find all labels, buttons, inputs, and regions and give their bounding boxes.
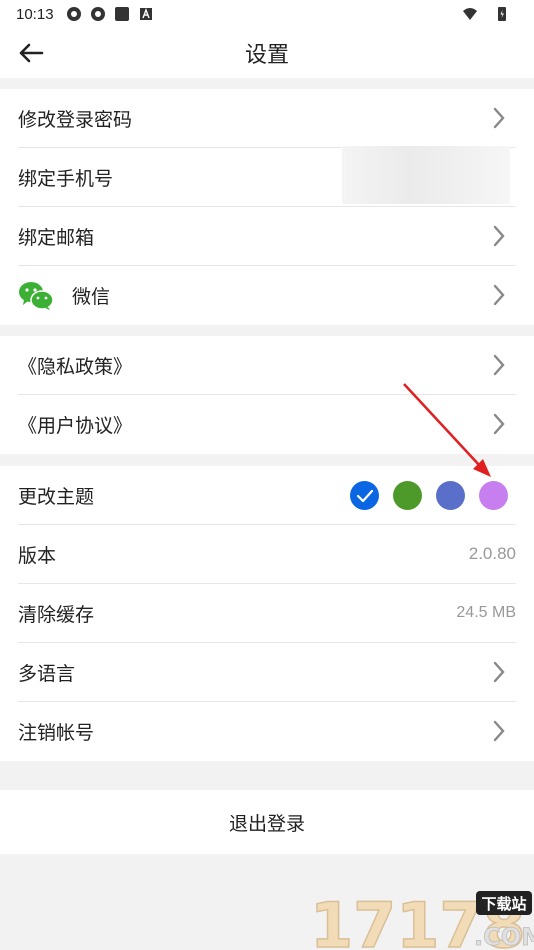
wifi-icon	[463, 8, 477, 20]
chevron-right-icon	[493, 284, 505, 306]
wechat-row[interactable]: 微信	[18, 266, 516, 325]
theme-color-option[interactable]	[436, 481, 465, 510]
status-time: 10:13	[16, 5, 54, 23]
battery-icon	[498, 7, 506, 21]
site-watermark-logo: 17178 下载站 .COM	[309, 888, 534, 950]
top-app-bar: 设置	[0, 28, 534, 78]
chevron-right-icon	[493, 354, 505, 376]
status-bar: 10:13	[0, 0, 534, 28]
page-title: 设置	[244, 43, 289, 68]
cancel-account-label: 注销帐号	[18, 722, 95, 744]
chevron-right-icon	[493, 720, 505, 742]
chevron-right-icon	[493, 413, 505, 435]
user-agreement-row[interactable]: 《用户协议》	[18, 395, 516, 454]
theme-row: 更改主题	[18, 466, 516, 525]
theme-label: 更改主题	[18, 485, 95, 508]
app-a-icon	[139, 8, 152, 20]
policy-group: 《隐私政策》 《用户协议》	[0, 336, 534, 454]
change-password-row[interactable]: 修改登录密码	[18, 89, 516, 148]
version-row: 版本 2.0.80	[18, 525, 516, 584]
clear-cache-row[interactable]: 清除缓存 24.5 MB	[18, 584, 516, 643]
watermark-badge: 下载站	[481, 895, 526, 913]
logout-button[interactable]: 退出登录	[0, 790, 534, 854]
language-label: 多语言	[18, 662, 76, 685]
arrow-left-icon	[19, 43, 44, 63]
gear-icon	[90, 7, 105, 21]
clear-cache-label: 清除缓存	[18, 603, 95, 626]
chevron-right-icon	[493, 225, 505, 247]
check-icon	[356, 489, 373, 502]
theme-color-picker	[350, 481, 508, 510]
theme-color-option[interactable]	[350, 481, 379, 510]
bind-phone-label: 绑定手机号	[18, 167, 114, 190]
watermark-suffix: .COM	[474, 923, 534, 950]
change-password-label: 修改登录密码	[18, 108, 133, 131]
wechat-icon	[19, 281, 54, 310]
gear-icon	[66, 7, 81, 21]
account-group: 修改登录密码 绑定手机号 绑定邮箱 微信	[0, 89, 534, 325]
theme-color-option[interactable]	[479, 481, 508, 510]
chevron-right-icon	[493, 661, 505, 683]
language-row[interactable]: 多语言	[18, 643, 516, 702]
wechat-label: 微信	[72, 286, 111, 308]
phone-number-redacted	[342, 146, 510, 204]
bind-email-label: 绑定邮箱	[18, 226, 95, 249]
user-agreement-label: 《用户协议》	[18, 415, 133, 437]
version-label: 版本	[18, 544, 57, 567]
version-value: 2.0.80	[468, 544, 516, 563]
back-button[interactable]	[16, 38, 46, 68]
square-icon	[114, 7, 129, 21]
cancel-account-row[interactable]: 注销帐号	[18, 702, 516, 761]
theme-color-option[interactable]	[393, 481, 422, 510]
chevron-right-icon	[493, 107, 505, 129]
privacy-policy-label: 《隐私政策》	[18, 355, 133, 378]
bind-email-row[interactable]: 绑定邮箱	[18, 207, 516, 266]
privacy-policy-row[interactable]: 《隐私政策》	[18, 336, 516, 395]
cache-size-value: 24.5 MB	[456, 604, 516, 621]
settings-group: 更改主题 版本 2.0.80 清除缓存 24.5 MB 多语言 注销帐号	[0, 466, 534, 761]
